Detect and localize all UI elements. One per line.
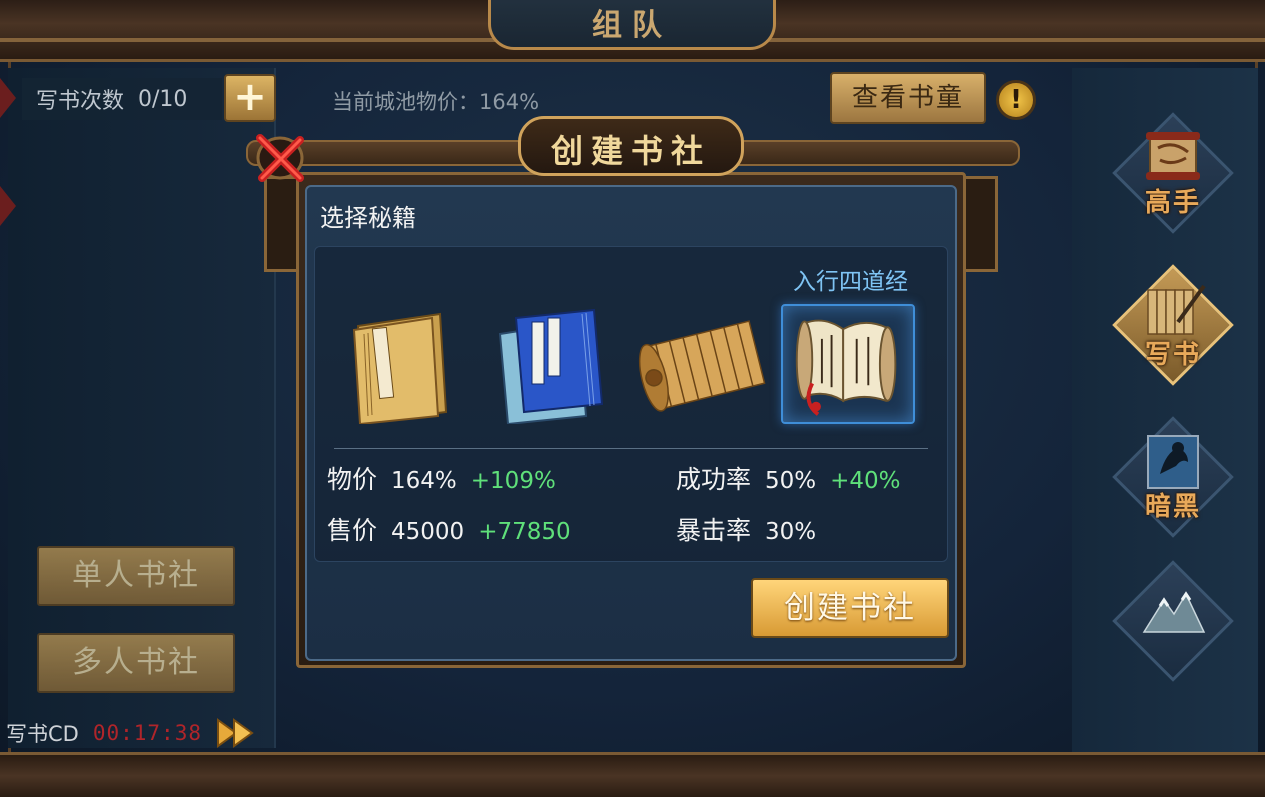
- multi-society-button[interactable]: 多人书社: [37, 633, 235, 693]
- stat-success-value: 50%: [765, 468, 817, 494]
- side-tab-write[interactable]: 写书: [1112, 264, 1234, 386]
- dialog-ornament-left: [264, 176, 296, 272]
- stats-divider: [334, 448, 928, 449]
- title-plaque: 组队: [488, 0, 776, 50]
- stat-price-label: 物价: [327, 465, 378, 494]
- side-tab-label: 暗黑: [1144, 492, 1201, 522]
- side-tab-dark[interactable]: 暗黑: [1112, 416, 1234, 538]
- dialog-title-plaque: 创建书社: [518, 116, 744, 176]
- write-cd-row: 写书CD 00:17:38: [6, 716, 256, 750]
- paper-scroll-icon: [795, 319, 897, 416]
- yellow-book-icon: [352, 312, 448, 424]
- write-cd-label: 写书CD: [6, 722, 79, 746]
- bamboo-scroll-icon: [638, 320, 766, 412]
- book-option-4[interactable]: [781, 304, 915, 424]
- stat-success-delta: +40%: [830, 468, 901, 494]
- exclamation-icon: !: [1010, 85, 1022, 115]
- fast-forward-icon[interactable]: [216, 716, 256, 750]
- stat-sell-price: 售价 45000 +77850: [327, 511, 571, 547]
- dialog-title: 创建书社: [550, 132, 711, 170]
- book-option-1[interactable]: [334, 304, 468, 424]
- stat-price: 物价 164% +109%: [327, 460, 556, 496]
- write-count-label: 写书次数: [36, 89, 125, 114]
- select-book-label: 选择秘籍: [320, 204, 416, 232]
- city-price: 当前城池物价：164%: [332, 90, 540, 114]
- create-society-button[interactable]: 创建书社: [751, 578, 949, 638]
- bottom-frame: [0, 752, 1265, 797]
- write-count-value: 0/10: [138, 86, 188, 112]
- stat-crit-value: 30%: [765, 519, 817, 545]
- side-tab-mountain[interactable]: [1112, 560, 1234, 682]
- side-tab-master[interactable]: 高手: [1112, 112, 1234, 234]
- plus-icon: +: [233, 74, 267, 120]
- side-tab-label: 高手: [1144, 188, 1201, 218]
- book-option-2[interactable]: [482, 304, 616, 424]
- book-option-3[interactable]: [634, 304, 768, 424]
- game-screen: 组队 写书次数 0/10 + 当前城池物价：164% 查看书童 ! 单人书社 多…: [0, 0, 1265, 797]
- info-button[interactable]: !: [996, 80, 1036, 120]
- close-icon[interactable]: [246, 128, 314, 186]
- view-book-boy-button[interactable]: 查看书童: [830, 72, 986, 124]
- side-tab-label: 写书: [1144, 340, 1201, 370]
- stat-sell-label: 售价: [327, 516, 378, 545]
- write-count: 写书次数 0/10: [22, 78, 222, 120]
- add-write-count-button[interactable]: +: [224, 74, 276, 122]
- mountain-icon: [1142, 591, 1206, 633]
- single-society-button[interactable]: 单人书社: [37, 546, 235, 606]
- stat-price-value: 164%: [391, 468, 457, 494]
- stat-crit-label: 暴击率: [676, 516, 752, 545]
- page-title: 组队: [592, 8, 672, 43]
- stat-price-delta: +109%: [470, 468, 556, 494]
- stat-success-rate: 成功率 50% +40%: [676, 460, 901, 496]
- selected-book-name: 入行四道经: [793, 269, 908, 295]
- blue-book-icon: [498, 308, 604, 424]
- stat-sell-value: 45000: [391, 519, 465, 545]
- stat-success-label: 成功率: [676, 465, 752, 494]
- stat-crit-rate: 暴击率 30%: [676, 511, 830, 547]
- write-cd-timer: 00:17:38: [92, 721, 202, 745]
- stat-sell-delta: +77850: [478, 519, 571, 545]
- dialog-ornament-right: [966, 176, 998, 272]
